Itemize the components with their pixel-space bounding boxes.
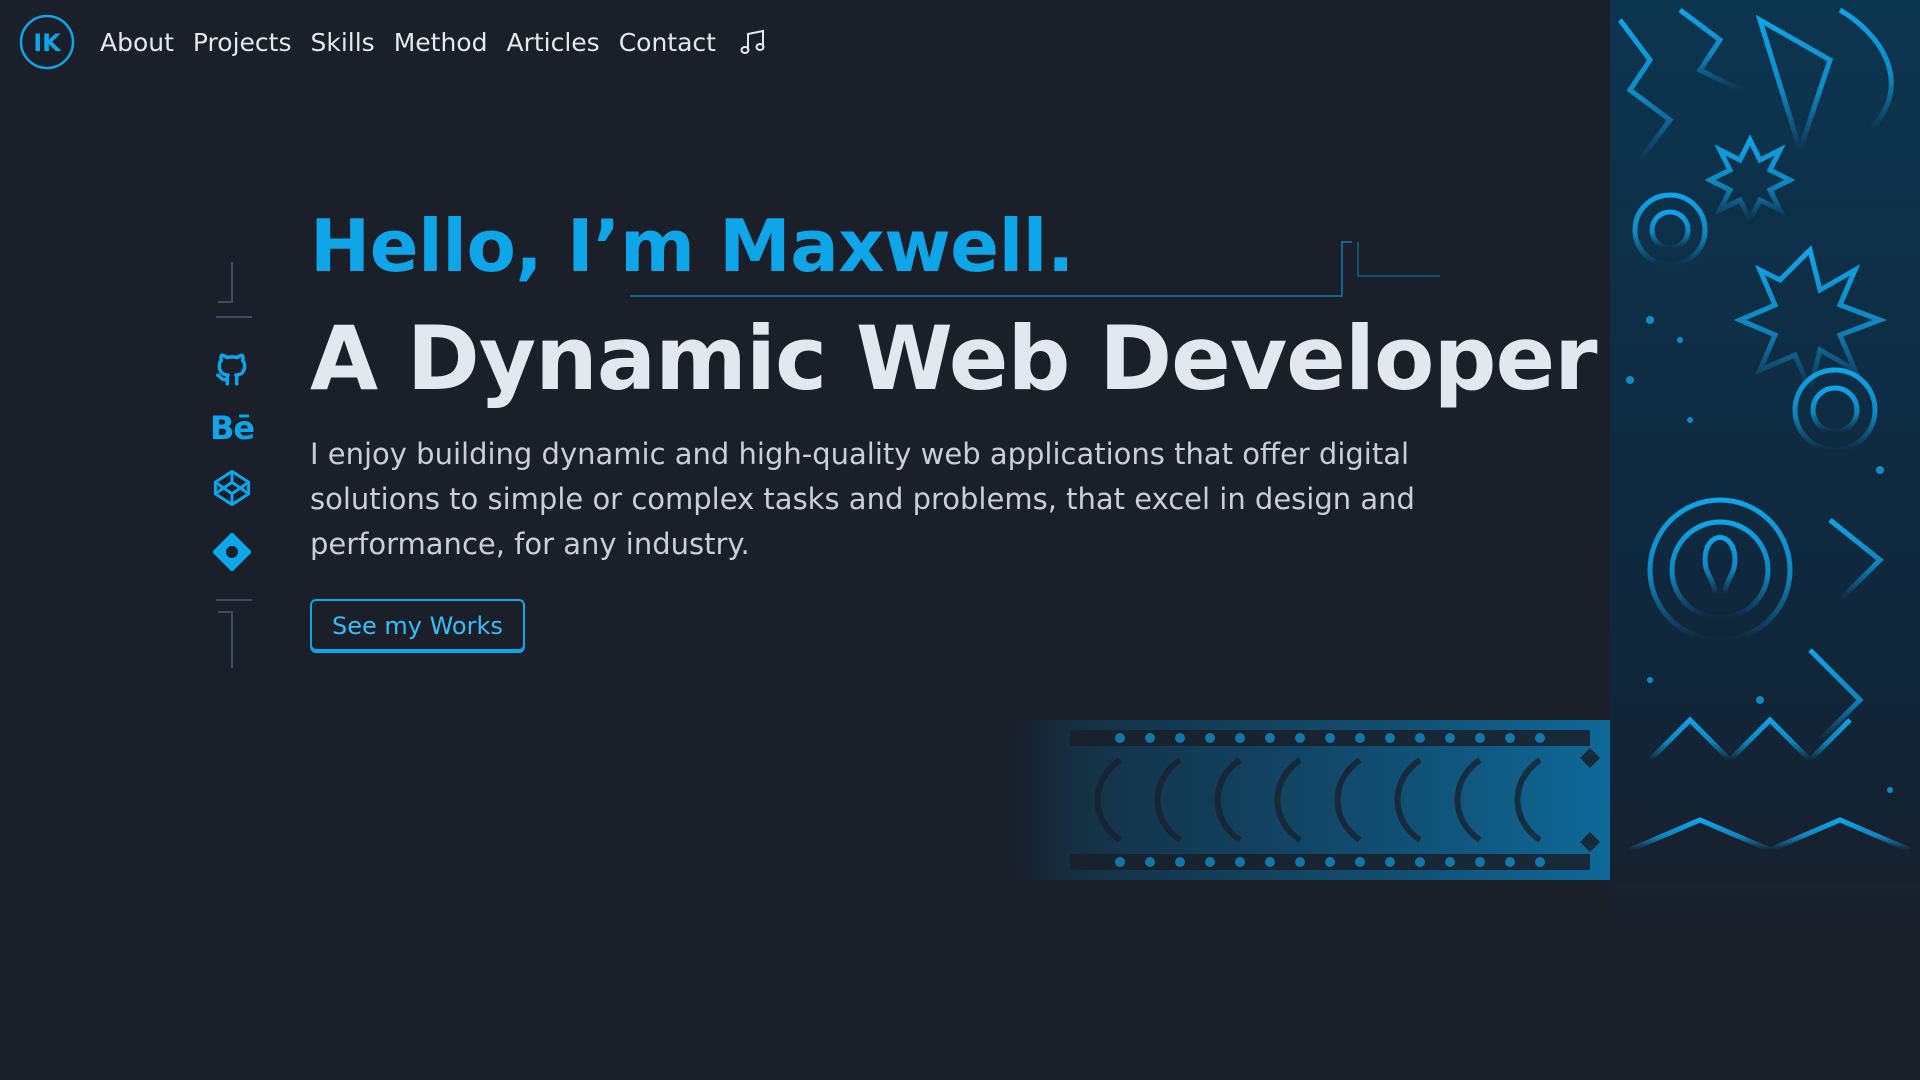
logo-icon[interactable]: IK	[18, 13, 76, 71]
nav-link-contact[interactable]: Contact	[619, 28, 716, 57]
nav-link-about[interactable]: About	[100, 28, 174, 57]
github-icon	[216, 353, 247, 386]
bestmotion-link[interactable]	[208, 528, 256, 576]
role-heading: A Dynamic Web Developer	[310, 307, 1598, 410]
top-nav: IK About Projects Skills Method Articles…	[18, 12, 768, 72]
behance-link[interactable]: Bē	[208, 404, 256, 452]
page: IK About Projects Skills Method Articles…	[0, 0, 1920, 1080]
see-my-works-button[interactable]: See my Works	[310, 599, 525, 651]
github-link[interactable]	[208, 344, 256, 392]
music-note-icon[interactable]	[738, 27, 768, 57]
social-bottom-line-icon	[216, 599, 252, 668]
greeting-wrap: Hello, I’m Maxwell.	[310, 200, 1600, 297]
nav-link-projects[interactable]: Projects	[193, 28, 292, 57]
svg-text:IK: IK	[33, 29, 62, 57]
greeting-underline-icon	[630, 241, 1440, 297]
nav-link-method[interactable]: Method	[394, 28, 488, 57]
social-top-line-icon	[216, 262, 252, 318]
codepen-icon	[213, 469, 251, 507]
behance-icon: Bē	[209, 409, 255, 447]
pattern-band-icon	[1010, 720, 1610, 880]
intro-paragraph: I enjoy building dynamic and high-qualit…	[310, 437, 1415, 561]
nav-link-skills[interactable]: Skills	[310, 28, 374, 57]
bestmotion-icon	[212, 532, 252, 572]
pattern-art-icon	[1610, 0, 1920, 960]
hero-section: Hello, I’m Maxwell. A Dynamic Web Develo…	[310, 200, 1600, 651]
codepen-link[interactable]	[208, 464, 256, 512]
nav-link-articles[interactable]: Articles	[506, 28, 599, 57]
